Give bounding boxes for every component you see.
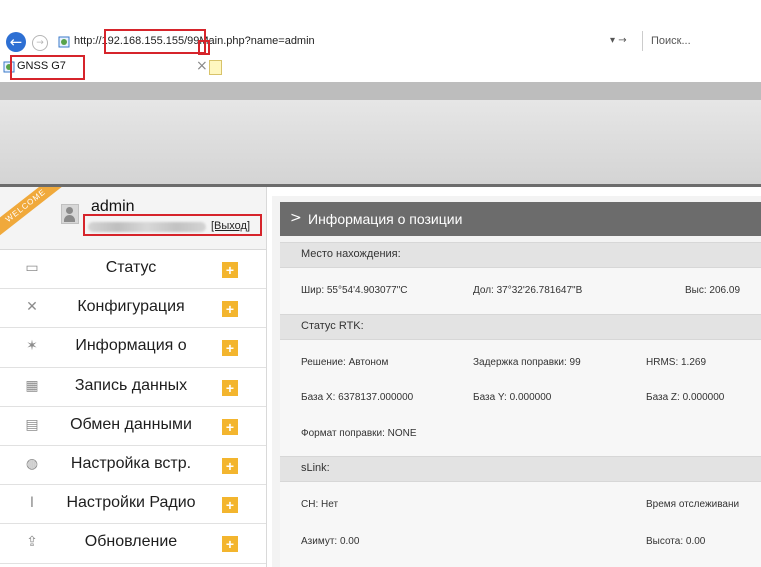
location-header: Место нахождения:: [280, 242, 761, 268]
sidebar-item-label: Запись данных: [74, 376, 188, 394]
base-y-value: База Y: 0.000000: [473, 392, 552, 403]
plus-icon[interactable]: +: [222, 340, 238, 357]
sidebar-item-label: Информация о: [75, 337, 187, 355]
tracking-time-value: Время отслеживани: [646, 499, 740, 510]
sidebar-item-status[interactable]: ▭ Статус +: [0, 250, 266, 290]
sidebar-item-data-recording[interactable]: ▦ Запись данных +: [0, 367, 266, 407]
nav-list: ▭ Статус + ✕ Конфигурация + ✶ Информация…: [0, 250, 266, 564]
sidebar-item-update[interactable]: ⇪ Обновление +: [0, 524, 266, 564]
sidebar-item-settings[interactable]: ◍ Настройка встр. +: [0, 445, 266, 486]
tab-favicon-icon: [3, 61, 15, 73]
app-header: [0, 100, 761, 187]
sidebar-item-configuration[interactable]: ✕ Конфигурация +: [0, 289, 266, 329]
latitude-value: Шир: 55°54'4.903077"C: [301, 285, 408, 296]
base-z-value: База Z: 0.000000: [646, 392, 725, 403]
antenna-icon: Ⅰ: [29, 495, 35, 512]
plus-icon[interactable]: +: [222, 262, 238, 278]
search-input[interactable]: Поиск...: [642, 31, 761, 51]
browser-tab[interactable]: GNSS G7 ×: [0, 56, 232, 78]
blurred-info: [88, 222, 206, 232]
plus-icon[interactable]: +: [222, 379, 238, 396]
hrms-value: HRMS: 1.269: [646, 357, 707, 368]
username: admin: [91, 198, 135, 215]
page-title: Информация о позиции: [308, 211, 463, 227]
correction-format-value: Формат поправки: NONE: [301, 428, 417, 439]
avatar: [61, 204, 79, 224]
longitude-value: Дол: 37°32'26.781647"В: [473, 285, 583, 296]
base-x-value: База X: 6378137.000000: [301, 392, 414, 403]
app-top-bar: [0, 82, 761, 100]
position-info-panel: Место нахождения: Шир: 55°54'4.903077"C …: [280, 242, 761, 567]
forward-arrow-icon[interactable]: →: [32, 35, 48, 51]
back-arrow-icon[interactable]: ←: [6, 32, 26, 52]
tools-icon: ✕: [26, 299, 38, 316]
section-header: > Информация о позиции: [280, 202, 761, 236]
address-controls[interactable]: ▾ →: [610, 35, 627, 46]
height-value: Высота: 0.00: [646, 536, 706, 547]
satellite-icon: ✶: [26, 338, 38, 355]
solution-value: Решение: Автоном: [301, 357, 389, 368]
globe-icon: ◍: [25, 455, 39, 472]
plus-icon[interactable]: +: [222, 457, 238, 474]
sidebar-item-radio[interactable]: Ⅰ Настройки Радио +: [0, 485, 266, 525]
sidebar-item-information[interactable]: ✶ Информация о +: [0, 328, 266, 368]
chevron-right-icon: >: [290, 210, 302, 226]
monitor-icon: ▭: [25, 260, 39, 276]
sidebar-item-label: Статус: [105, 259, 157, 276]
sidebar-item-label: Настройка встр.: [70, 454, 192, 472]
altitude-value: Выс: 206.09: [685, 285, 740, 296]
rtk-header: Статус RTK:: [280, 314, 761, 340]
new-tab-icon[interactable]: [209, 60, 222, 75]
tab-title: GNSS G7: [17, 60, 66, 72]
browser-chrome: ← → http://192.168.155.155/99Main.php?na…: [0, 0, 761, 83]
main-content: > Информация о позиции Место нахождения:…: [272, 196, 761, 567]
page-icon: [58, 36, 70, 48]
network-icon: ▤: [25, 416, 39, 433]
location-header-label: Место нахождения:: [301, 248, 401, 260]
close-icon[interactable]: ×: [196, 58, 208, 74]
logout-link[interactable]: [Выход]: [211, 220, 250, 232]
slink-header-label: sLink:: [301, 462, 330, 474]
sidebar-item-label: Обновление: [84, 533, 178, 551]
correction-delay-value: Задержка поправки: 99: [473, 357, 581, 368]
sidebar-item-label: Конфигурация: [77, 298, 185, 316]
user-panel: WELCOME admin [Выход]: [0, 187, 266, 250]
plus-icon[interactable]: +: [222, 301, 238, 318]
plus-icon[interactable]: +: [222, 497, 238, 514]
plus-icon[interactable]: +: [222, 418, 238, 435]
sidebar: WELCOME admin [Выход] ▭ Статус + ✕ Конфи…: [0, 187, 267, 567]
ch-value: CH: Нет: [301, 499, 339, 510]
welcome-ribbon: WELCOME: [0, 187, 62, 237]
calendar-icon: ▦: [25, 377, 39, 394]
sidebar-item-label: Настройки Радио: [66, 494, 196, 512]
sidebar-item-label: Обмен данными: [70, 415, 192, 433]
search-placeholder: Поиск...: [651, 35, 691, 47]
upload-icon: ⇪: [26, 534, 38, 551]
azimuth-value: Азимут: 0.00: [301, 536, 360, 547]
slink-header: sLink:: [280, 456, 761, 482]
sidebar-item-data-exchange[interactable]: ▤ Обмен данными +: [0, 406, 266, 446]
plus-icon[interactable]: +: [222, 536, 238, 553]
rtk-header-label: Статус RTK:: [301, 320, 364, 332]
address-bar[interactable]: http://192.168.155.155/99Main.php?name=a…: [74, 35, 315, 47]
